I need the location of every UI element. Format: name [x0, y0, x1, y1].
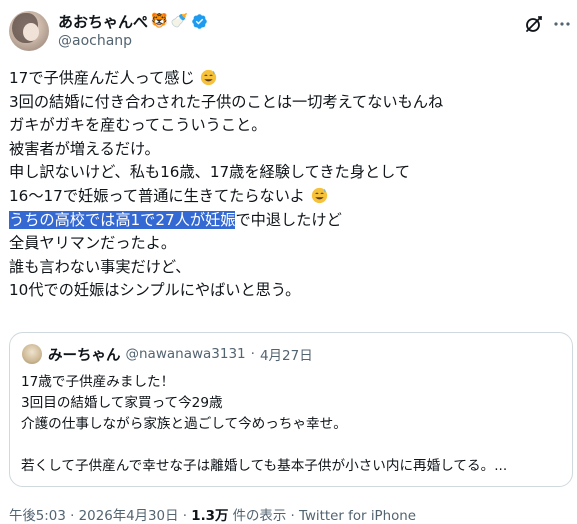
author-display-name[interactable]: あおちゃんぺ	[58, 11, 148, 32]
tweet-line: 誰も言わない事実だけど、	[9, 257, 191, 276]
quoted-line	[21, 435, 561, 456]
view-count: 1.3万	[191, 509, 229, 524]
separator-dot: ·	[290, 509, 295, 524]
baby-bottle-emoji-icon: 🍼	[170, 13, 189, 29]
quoted-line: 17歳で子供産みました！	[21, 374, 175, 390]
grok-icon[interactable]	[524, 14, 544, 34]
tiger-emoji-icon: 🐯	[150, 13, 169, 29]
tweet-line: 16〜17で妊娠って普通に生きてたらないよ	[9, 185, 569, 209]
quoted-line: 若くして子供産んで幸せな子は離婚しても基本子供が小さい内に再婚してる。...	[21, 458, 508, 474]
separator-dot: ·	[250, 346, 255, 362]
quoted-tweet-header: みーちゃん @nawanawa3131 · 4月27日	[48, 344, 313, 364]
tweet-line: 3回の結婚に付き合わされた子供のことは一切考えてないもんね	[9, 92, 444, 111]
sweat-smile-emoji-icon	[311, 187, 327, 204]
tweet-time[interactable]: 午後5:03	[9, 509, 66, 524]
quoted-line: 3回目の結婚して家買って今29歳	[21, 395, 223, 411]
sweat-smile-emoji-icon	[201, 69, 217, 86]
author-avatar[interactable]	[9, 11, 49, 51]
quoted-tweet-date: 4月27日	[259, 348, 313, 364]
tweet-line: 被害者が増えるだけ。	[9, 139, 160, 158]
more-options-icon[interactable]	[553, 15, 571, 33]
separator-dot: ·	[70, 509, 75, 524]
tweet-line: 全員ヤリマンだったよ。	[9, 234, 177, 253]
quoted-author-handle: @nawanawa3131	[125, 346, 246, 362]
tweet-line: 10代での妊娠はシンプルにやばいと思う。	[9, 281, 301, 300]
author-name-row[interactable]: あおちゃんぺ 🐯 🍼	[58, 11, 208, 31]
quoted-tweet-card[interactable]: みーちゃん @nawanawa3131 · 4月27日 17歳で子供産みました！…	[9, 332, 573, 487]
quoted-author-name: みーちゃん	[48, 347, 121, 364]
tweet-line: 17で子供産んだ人って感じ	[9, 67, 569, 91]
tweet-text: 17で子供産んだ人って感じ 3回の結婚に付き合わされた子供のことは一切考えてない…	[9, 67, 569, 303]
quoted-author-avatar	[22, 344, 42, 364]
avatar-face	[23, 23, 39, 41]
view-label: 件の表示	[232, 509, 287, 524]
tweet-footer-meta: 午後5:03 · 2026年4月30日 · 1.3万 件の表示 · Twitte…	[9, 504, 416, 524]
author-handle[interactable]: @aochanp	[58, 33, 132, 49]
separator-dot: ·	[182, 509, 187, 524]
tweet-date[interactable]: 2026年4月30日	[79, 509, 179, 524]
selected-text: うちの高校では高1で27人が妊娠	[9, 210, 236, 229]
tweet-line: 申し訳ないけど、私も16歳、17歳を経験してきた身として	[9, 163, 411, 182]
tweet-line: ガキがガキを産むってこういうこと。	[9, 116, 267, 135]
client-name: Twitter for iPhone	[299, 509, 417, 524]
tweet-line-selected: うちの高校では高1で27人が妊娠で中退したけど	[9, 210, 342, 229]
quoted-line: 介護の仕事しながら家族と過ごして今めっちゃ幸せ。	[21, 416, 347, 432]
verified-badge-icon	[192, 13, 207, 29]
quoted-tweet-text: 17歳で子供産みました！ 3回目の結婚して家買って今29歳 介護の仕事しながら家…	[21, 372, 561, 477]
